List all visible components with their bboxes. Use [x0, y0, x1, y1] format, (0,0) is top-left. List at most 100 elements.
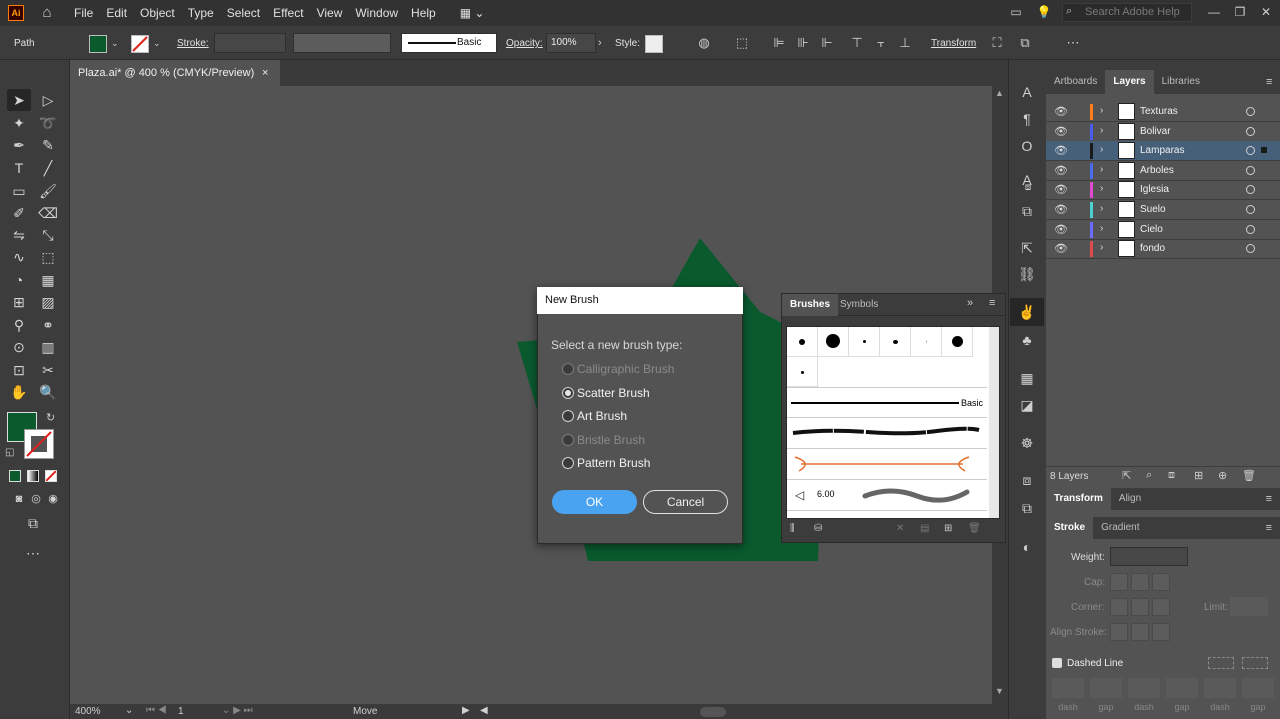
- workspace-switcher-icon[interactable]: ▦ ⌄: [460, 6, 485, 20]
- mesh-tool-icon[interactable]: ⊞: [7, 291, 31, 313]
- menu-select[interactable]: Select: [227, 6, 260, 20]
- blend-tool-icon[interactable]: ⚭: [36, 314, 60, 336]
- shape-builder-tool-icon[interactable]: ◔: [7, 269, 31, 291]
- brush-dot-2[interactable]: [818, 327, 849, 357]
- fill-dropdown-icon[interactable]: ⌄: [111, 38, 119, 49]
- transform-panel-menu-icon[interactable]: ≡: [1266, 493, 1272, 505]
- envelope-icon[interactable]: ⧉: [1016, 34, 1034, 52]
- tab-gradient[interactable]: Gradient: [1093, 517, 1147, 539]
- brush-ornament[interactable]: [787, 449, 987, 480]
- brush-type-radio[interactable]: [562, 457, 574, 469]
- symbol-sprayer-tool-icon[interactable]: ⊙: [7, 336, 31, 358]
- brush-dot-7[interactable]: [787, 357, 818, 387]
- fill-swatch[interactable]: [89, 35, 107, 53]
- align-top-icon[interactable]: ⊤: [848, 34, 866, 52]
- stroke-dropdown-icon[interactable]: ⌄: [153, 38, 161, 49]
- brush-list[interactable]: Basic ◁ 6.00: [786, 326, 1000, 519]
- curvature-tool-icon[interactable]: ✎: [36, 134, 60, 156]
- graphic-style-swatch[interactable]: [645, 35, 663, 53]
- perspective-grid-tool-icon[interactable]: ▦: [36, 269, 60, 291]
- expand-chevron-icon[interactable]: ›: [1100, 203, 1103, 214]
- align-right-icon[interactable]: ⊩: [818, 34, 836, 52]
- align-bottom-icon[interactable]: ⊥: [896, 34, 914, 52]
- selection-tool-icon[interactable]: ➤: [7, 89, 31, 111]
- eraser-tool-icon[interactable]: ⌫: [36, 202, 60, 224]
- paragraph-panel-icon[interactable]: ¶: [1017, 109, 1037, 129]
- paintbrush-tool-icon[interactable]: 🖌: [36, 180, 60, 202]
- brush-dot-5[interactable]: [911, 327, 942, 357]
- tab-artboards[interactable]: Artboards: [1046, 70, 1105, 94]
- search-input[interactable]: Search Adobe Help: [1062, 3, 1192, 22]
- layer-target-icon[interactable]: [1246, 185, 1255, 195]
- layer-row[interactable]: 👁 › Suelo: [1046, 200, 1280, 220]
- slice-tool-icon[interactable]: ✂: [36, 359, 60, 381]
- round-join-button[interactable]: [1131, 598, 1149, 616]
- dash-field[interactable]: [1166, 678, 1198, 698]
- weight-field[interactable]: [1110, 547, 1188, 566]
- layer-row[interactable]: 👁 › Arboles: [1046, 161, 1280, 181]
- align-center-icon[interactable]: ⊪: [794, 34, 812, 52]
- clipping-mask-icon[interactable]: ⧈: [1168, 469, 1175, 482]
- layer-target-icon[interactable]: [1246, 126, 1255, 136]
- layer-target-icon[interactable]: [1246, 244, 1255, 254]
- visibility-eye-icon[interactable]: 👁: [1054, 105, 1068, 118]
- brushes-menu-icon[interactable]: ≡: [989, 297, 995, 309]
- visibility-eye-icon[interactable]: 👁: [1054, 203, 1068, 216]
- isolate-icon[interactable]: ⛶: [988, 34, 1006, 52]
- remove-brush-stroke-icon[interactable]: ✕: [896, 523, 904, 534]
- layer-target-icon[interactable]: [1246, 165, 1255, 175]
- expand-chevron-icon[interactable]: ›: [1100, 144, 1103, 155]
- delete-layer-icon[interactable]: 🗑: [1242, 469, 1256, 482]
- shaper-tool-icon[interactable]: ✐: [7, 202, 31, 224]
- layer-target-icon[interactable]: [1246, 146, 1255, 156]
- visibility-eye-icon[interactable]: 👁: [1054, 125, 1068, 138]
- color-mode-icon[interactable]: [9, 470, 21, 482]
- expand-chevron-icon[interactable]: ›: [1100, 105, 1103, 116]
- layer-row[interactable]: 👁 › Texturas: [1046, 102, 1280, 122]
- draw-inside-icon[interactable]: ◉: [41, 488, 65, 510]
- status-menu-icon[interactable]: ▶: [462, 705, 470, 716]
- color-guide-icon[interactable]: ☸: [1017, 433, 1037, 453]
- stroke-color-swatch[interactable]: [24, 429, 54, 459]
- brush-type-label[interactable]: Art Brush: [577, 409, 627, 423]
- bevel-join-button[interactable]: [1152, 598, 1170, 616]
- expand-chevron-icon[interactable]: ›: [1100, 223, 1103, 234]
- symbols-library-icon[interactable]: ⧉: [1017, 201, 1037, 221]
- brush-type-label[interactable]: Scatter Brush: [577, 386, 650, 400]
- menu-edit[interactable]: Edit: [106, 6, 127, 20]
- swap-fill-stroke-icon[interactable]: ↻: [46, 411, 55, 424]
- dash-field[interactable]: [1052, 678, 1084, 698]
- reflect-tool-icon[interactable]: ⇋: [7, 224, 31, 246]
- visibility-eye-icon[interactable]: 👁: [1054, 223, 1068, 236]
- magic-wand-tool-icon[interactable]: ✦: [7, 112, 31, 134]
- delete-brush-icon[interactable]: 🗑: [968, 523, 981, 534]
- opacity-arrow-icon[interactable]: ›: [598, 37, 602, 49]
- warp-tool-icon[interactable]: ∿: [7, 246, 31, 268]
- brush-dot-1[interactable]: [787, 327, 818, 357]
- direct-selection-tool-icon[interactable]: ▷: [36, 89, 60, 111]
- expand-chevron-icon[interactable]: ›: [1100, 164, 1103, 175]
- collect-export-icon[interactable]: ⇱: [1122, 469, 1131, 482]
- brush-type-radio[interactable]: [562, 386, 574, 399]
- visibility-eye-icon[interactable]: 👁: [1054, 144, 1068, 157]
- character-panel-icon[interactable]: A: [1017, 82, 1037, 102]
- stroke-panel-menu-icon[interactable]: ≡: [1266, 522, 1272, 534]
- hand-tool-icon[interactable]: ✋: [7, 381, 31, 403]
- restore-icon[interactable]: ❐: [1232, 4, 1248, 20]
- default-fill-stroke-icon[interactable]: ◱: [5, 447, 14, 458]
- none-mode-icon[interactable]: [45, 470, 57, 482]
- zoom-dropdown-icon[interactable]: ⌄: [125, 705, 133, 716]
- projecting-cap-button[interactable]: [1152, 573, 1170, 591]
- visibility-eye-icon[interactable]: 👁: [1054, 242, 1068, 255]
- menu-file[interactable]: File: [74, 6, 93, 20]
- scale-tool-icon[interactable]: ⤡: [36, 224, 60, 246]
- brush-basic[interactable]: Basic: [787, 387, 987, 418]
- brush-list-scrollbar[interactable]: [989, 327, 999, 518]
- artboard-tool-icon[interactable]: ⊡: [7, 359, 31, 381]
- brush-dot-4[interactable]: [880, 327, 911, 357]
- home-icon[interactable]: ⌂: [38, 5, 56, 21]
- zoom-tool-icon[interactable]: 🔍: [36, 381, 60, 403]
- align-outside-stroke-button[interactable]: [1152, 623, 1170, 641]
- brush-options-icon[interactable]: ▤: [920, 523, 929, 534]
- gradient-mode-icon[interactable]: [27, 470, 39, 482]
